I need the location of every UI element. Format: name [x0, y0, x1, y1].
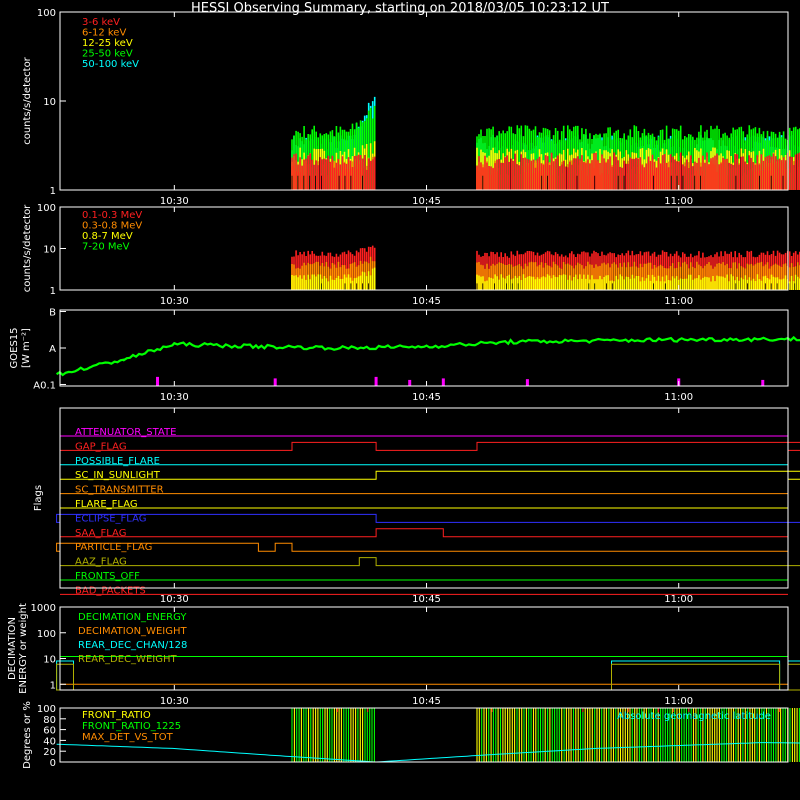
- goes-short-bar: [156, 376, 160, 386]
- goes-short-bar: [374, 376, 378, 386]
- y-axis-label: Flags: [33, 485, 44, 511]
- flag-line-gap-flag: [60, 441, 800, 451]
- series-rear-dec-weight: [56, 663, 800, 691]
- legend-entry: DECIMATION_ENERGY: [78, 612, 187, 623]
- flag-label: PARTICLE_FLAG: [75, 542, 152, 553]
- x-tick-label: 10:30: [160, 696, 189, 707]
- legend-entry: 0.8-7 MeV: [82, 231, 133, 242]
- y-tick-label: 100: [37, 629, 56, 640]
- y-tick-label: 1000: [31, 603, 56, 614]
- y-tick-label: A0.1: [33, 380, 56, 391]
- flag-line-eclipse-flag: [56, 513, 800, 523]
- legend-entry: FRONT_RATIO: [82, 710, 151, 721]
- goes-short-bar: [761, 379, 765, 386]
- y-tick-label: 40: [43, 736, 56, 747]
- y-axis-label: ENERGY or weight: [18, 603, 29, 694]
- legend-entry: 3-6 keV: [82, 17, 120, 28]
- y-axis-unit: [W m⁻²]: [21, 328, 32, 368]
- observing-summary-canvas: 11010010:3010:4511:0011:1511:3011:4512:0…: [7, 8, 800, 769]
- y-tick-label: 1: [50, 680, 56, 691]
- x-tick-label: 10:30: [160, 296, 189, 307]
- legend-entry: DECIMATION_WEIGHT: [78, 626, 187, 637]
- series-rear-dec-chan-128: [56, 660, 800, 691]
- plot-frame-2: [59, 309, 789, 387]
- y-tick-label: 0: [50, 758, 56, 769]
- x-tick-label: 10:45: [412, 696, 441, 707]
- x-tick-label: 10:30: [160, 594, 189, 605]
- y-tick-label: 60: [43, 726, 56, 737]
- flag-label: ECLIPSE_FLAG: [75, 513, 146, 524]
- y-tick-label: 100: [37, 203, 56, 214]
- flag-label: FRONTS_OFF: [75, 571, 140, 582]
- flag-label: FLARE_FLAG: [75, 499, 138, 510]
- y-tick-label: B: [49, 308, 56, 319]
- flag-label: SC_IN_SUNLIGHT: [75, 470, 161, 481]
- flag-label: BAD_PACKETS: [75, 585, 146, 596]
- flag-line-particle-flag: [56, 542, 788, 552]
- x-tick-label: 10:45: [412, 594, 441, 605]
- legend-entry: 7-20 MeV: [82, 242, 130, 253]
- x-tick-label: 10:30: [160, 392, 189, 403]
- y-tick-label: 10: [43, 97, 56, 108]
- x-tick-label: 10:45: [412, 296, 441, 307]
- y-axis-label: Degrees or %: [22, 701, 33, 769]
- y-tick-label: 100: [37, 704, 56, 715]
- flag-label: SAA_FLAG: [75, 528, 126, 539]
- series-group-1: [291, 245, 800, 290]
- x-tick-label: 11:00: [664, 392, 693, 403]
- y-tick-label: 10: [43, 245, 56, 256]
- flag-line-sc-in-sunlight: [60, 470, 800, 480]
- series-group-0: [291, 96, 800, 190]
- flag-label: AAZ_FLAG: [75, 557, 127, 568]
- flag-label: GAP_FLAG: [75, 441, 127, 452]
- y-axis-label: GOES15: [9, 327, 20, 368]
- goes-short-bar: [441, 378, 445, 386]
- legend-entry: REAR_DEC_WEIGHT: [78, 654, 177, 665]
- x-tick-label: 11:00: [664, 196, 693, 207]
- data-gap-marks: [482, 175, 784, 190]
- goes-short-bar: [408, 379, 412, 386]
- legend-entry: 50-100 keV: [82, 59, 139, 70]
- flag-label: SC_TRANSMITTER: [75, 485, 164, 496]
- series-front-ratio: [293, 708, 364, 762]
- legend-entry: 12-25 keV: [82, 38, 133, 49]
- legend-entry: FRONT_RATIO_1225: [82, 721, 181, 732]
- y-axis-label: DECIMATION: [7, 617, 18, 680]
- y-tick-label: 100: [37, 8, 56, 19]
- x-tick-label: 11:00: [664, 696, 693, 707]
- legend-entry: 0.3-0.8 MeV: [82, 221, 142, 232]
- x-tick-label: 11:00: [664, 296, 693, 307]
- y-tick-label: 20: [43, 747, 56, 758]
- y-tick-label: 10: [43, 655, 56, 666]
- legend-entry: 25-50 keV: [82, 49, 133, 60]
- x-tick-label: 11:00: [664, 594, 693, 605]
- flag-label: POSSIBLE_FLARE: [75, 456, 160, 467]
- legend-entry: MAX_DET_VS_TOT: [82, 732, 174, 743]
- x-tick-label: 10:45: [412, 196, 441, 207]
- legend-entry: 0.1-0.3 MeV: [82, 210, 142, 221]
- flag-line-aaz-flag: [60, 557, 800, 567]
- series-goes-long: [56, 335, 800, 377]
- y-tick-label: 1: [50, 186, 56, 197]
- y-tick-label: 80: [43, 715, 56, 726]
- legend-entry: 6-12 keV: [82, 28, 126, 39]
- annotation-label: Absolute geomagnetic latitude: [617, 711, 771, 722]
- flag-label: ATTENUATOR_STATE: [75, 427, 176, 438]
- y-tick-label: A: [49, 344, 56, 355]
- series-front-ratio-1225: [291, 708, 375, 762]
- legend-entry: REAR_DEC_CHAN/128: [78, 640, 187, 651]
- goes-short-bar: [525, 379, 529, 386]
- y-axis-label: counts/s/detector: [22, 56, 33, 144]
- x-tick-label: 10:30: [160, 196, 189, 207]
- flag-line-saa-flag: [60, 528, 788, 538]
- y-axis-label: counts/s/detector: [22, 204, 33, 292]
- y-tick-label: 1: [50, 286, 56, 297]
- x-tick-label: 10:45: [412, 392, 441, 403]
- goes-short-bar: [273, 378, 277, 386]
